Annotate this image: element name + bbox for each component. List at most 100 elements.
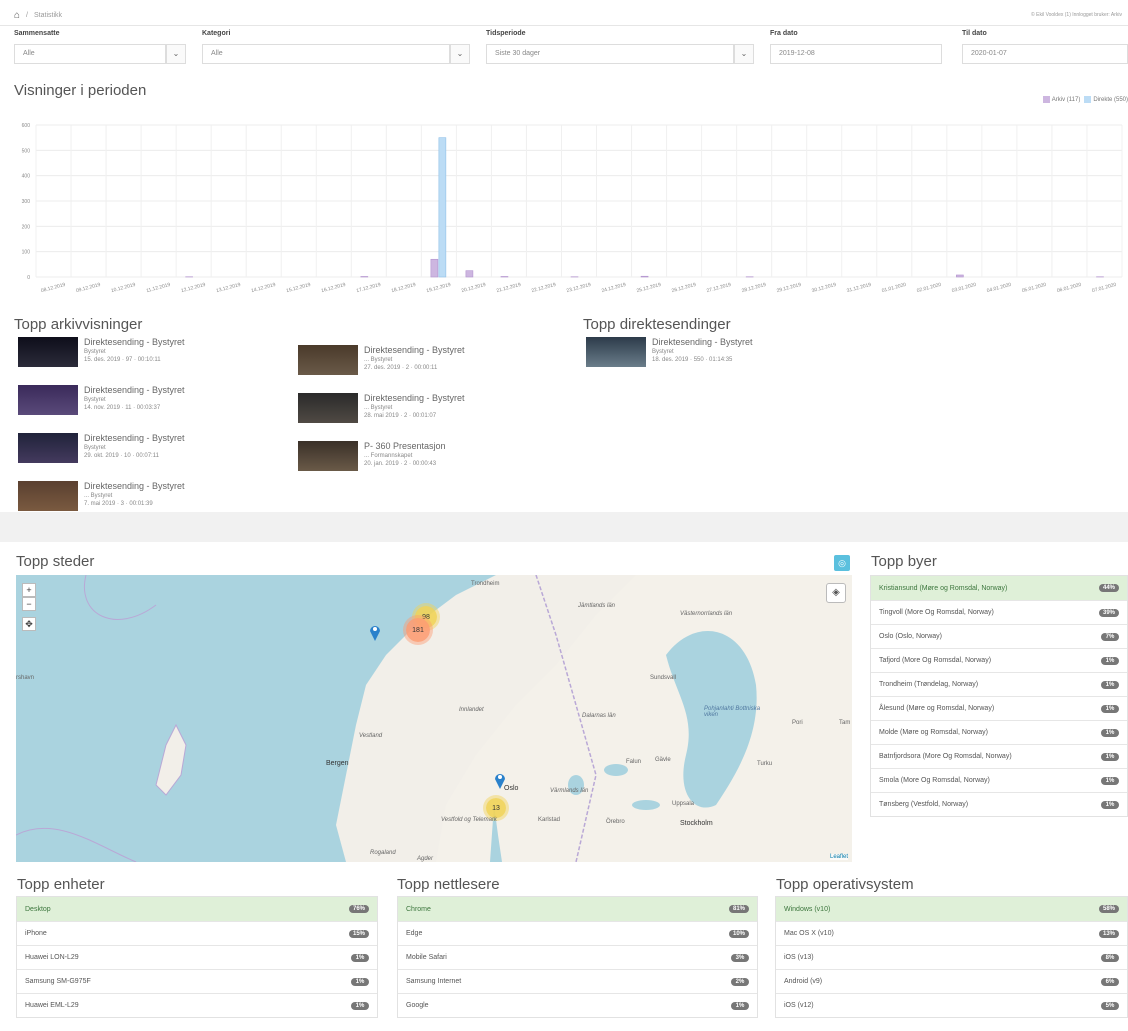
legend-item-direkte[interactable]: Direkte (550)	[1084, 96, 1128, 103]
video-thumbnail[interactable]	[18, 337, 78, 367]
list-item[interactable]: Kristiansund (Møre og Romsdal, Norway) 44…	[871, 576, 1127, 600]
video-title[interactable]: Direktesending - Bystyret	[364, 345, 465, 355]
home-icon[interactable]: ⌂	[14, 10, 20, 21]
bar-arkiv[interactable]	[430, 258, 439, 278]
video-thumbnail[interactable]	[298, 345, 358, 375]
video-item[interactable]: P- 360 Presentasjon ... Formannskapet 20. …	[298, 441, 558, 489]
map-label: Sundsvall	[650, 675, 677, 681]
video-title[interactable]: Direktesending - Bystyret	[84, 337, 185, 347]
header-user-info: © Ekil Vooldex (1) Innlogget bruker: Ark…	[1031, 12, 1122, 18]
layers-button[interactable]: ◈	[826, 583, 846, 603]
list-item[interactable]: Desktop 76%	[17, 897, 377, 921]
list-item[interactable]: Google 1%	[398, 993, 757, 1017]
video-title[interactable]: P- 360 Presentasjon	[364, 441, 446, 451]
kategori-select[interactable]: Alle	[202, 44, 450, 64]
bar-arkiv[interactable]	[640, 275, 649, 278]
zoom-in-button[interactable]: +	[22, 583, 36, 597]
video-item[interactable]: Direktesending - Bystyret Bystyret 15. des…	[18, 337, 278, 385]
locate-button[interactable]: ◎	[834, 555, 850, 571]
list-item[interactable]: Huawei EML-L29 1%	[17, 993, 377, 1017]
video-item[interactable]: Direktesending - Bystyret Bystyret 29. okt…	[18, 433, 278, 481]
list-item[interactable]: Android (v9) 6%	[776, 969, 1127, 993]
fullscreen-button[interactable]: ✥	[22, 617, 36, 631]
nettlesere-list: Chrome 81% Edge 10% Mobile Safari 3% Samsung I…	[397, 896, 758, 1018]
x-tick-label: 30.12.2019	[811, 282, 837, 294]
list-item[interactable]: Samsung SM-G975F 1%	[17, 969, 377, 993]
percent-badge: 1%	[1101, 728, 1119, 737]
list-item[interactable]: Mac OS X (v10) 13%	[776, 921, 1127, 945]
list-item-label: Ålesund (Møre og Romsdal, Norway)	[879, 705, 995, 712]
list-item[interactable]: Samsung Internet 2%	[398, 969, 757, 993]
tidsperiode-select[interactable]: Siste 30 dager	[486, 44, 734, 64]
til-dato-input[interactable]: 2020-01-07	[962, 44, 1128, 64]
list-item-label: Kristiansund (Møre og Romsdal, Norway)	[879, 584, 1008, 592]
video-item[interactable]: Direktesending - Bystyret ... Bystyret 27.…	[298, 345, 558, 393]
x-tick-label: 14.12.2019	[251, 282, 277, 294]
list-item[interactable]: Molde (Møre og Romsdal, Norway) 1%	[871, 720, 1127, 744]
list-item[interactable]: Batnfjordsora (More Og Romsdal, Norway) 1…	[871, 744, 1127, 768]
list-item[interactable]: Tønsberg (Vestfold, Norway) 1%	[871, 792, 1127, 816]
bar-arkiv[interactable]	[500, 276, 509, 278]
video-title[interactable]: Direktesending - Bystyret	[84, 385, 185, 395]
list-item[interactable]: Huawei LON-L29 1%	[17, 945, 377, 969]
video-thumbnail[interactable]	[586, 337, 646, 367]
sammensatt-dropdown-button[interactable]: ⌄	[166, 44, 186, 64]
bar-arkiv[interactable]	[465, 270, 474, 278]
percent-badge: 15%	[348, 929, 369, 938]
list-item[interactable]: Tingvoll (More Og Romsdal, Norway) 39%	[871, 600, 1127, 624]
os-title: Topp operativsystem	[776, 876, 914, 893]
video-title[interactable]: Direktesending - Bystyret	[84, 481, 185, 491]
fra-dato-input[interactable]: 2019-12-08	[770, 44, 942, 64]
list-item[interactable]: Ålesund (Møre og Romsdal, Norway) 1%	[871, 696, 1127, 720]
bar-direkte[interactable]	[438, 137, 447, 278]
list-item-label: Oslo (Oslo, Norway)	[879, 633, 943, 640]
list-item[interactable]: Windows (v10) 58%	[776, 897, 1127, 921]
percent-badge: 44%	[1098, 584, 1119, 592]
bar-arkiv[interactable]	[360, 276, 369, 278]
video-thumbnail[interactable]	[298, 441, 358, 471]
video-item[interactable]: Direktesending - Bystyret Bystyret 18. des…	[586, 337, 886, 385]
zoom-out-button[interactable]: −	[22, 597, 36, 611]
leaflet-attribution[interactable]: Leaflet	[829, 854, 848, 860]
list-item[interactable]: iPhone 15%	[17, 921, 377, 945]
video-thumbnail[interactable]	[18, 433, 78, 463]
video-thumbnail[interactable]	[298, 393, 358, 423]
list-item[interactable]: iOS (v12) 5%	[776, 993, 1127, 1017]
locations-map[interactable]: + − ✥ ◈ 98 181 13 Bergen Oslo Trondheim …	[16, 575, 852, 862]
enheter-title: Topp enheter	[17, 876, 105, 893]
map-pin-icon	[370, 626, 380, 641]
list-item[interactable]: Trondheim (Trøndelag, Norway) 1%	[871, 672, 1127, 696]
map-label: Gävle	[655, 757, 671, 763]
sammensatt-select[interactable]: Alle	[14, 44, 166, 64]
arkiv-list-left: Direktesending - Bystyret Bystyret 15. des…	[18, 337, 278, 529]
video-meta: 28. mai 2019 · 2 · 00:01:07	[364, 413, 437, 419]
video-title[interactable]: Direktesending - Bystyret	[652, 337, 753, 347]
map-label: Örebro	[606, 819, 625, 825]
kategori-dropdown-button[interactable]: ⌄	[450, 44, 470, 64]
map-label: Trondheim	[471, 581, 500, 587]
list-item[interactable]: iOS (v13) 8%	[776, 945, 1127, 969]
breadcrumb: ⌂ / Statistikk	[14, 10, 62, 21]
video-title[interactable]: Direktesending - Bystyret	[84, 433, 185, 443]
map-cluster[interactable]: 181	[406, 618, 430, 642]
tidsperiode-dropdown-button[interactable]: ⌄	[734, 44, 754, 64]
video-thumbnail[interactable]	[18, 385, 78, 415]
list-item[interactable]: Oslo (Oslo, Norway) 7%	[871, 624, 1127, 648]
y-tick-label: 200	[22, 224, 31, 230]
list-item[interactable]: Smola (More Og Romsdal, Norway) 1%	[871, 768, 1127, 792]
percent-badge: 58%	[1098, 905, 1119, 913]
list-item-label: Chrome	[406, 905, 431, 913]
bar-arkiv[interactable]	[956, 274, 964, 278]
map-cluster[interactable]: 13	[486, 798, 506, 818]
map-marker[interactable]	[369, 623, 381, 641]
video-title[interactable]: Direktesending - Bystyret	[364, 393, 465, 403]
list-item[interactable]: Edge 10%	[398, 921, 757, 945]
list-item[interactable]: Tafjord (More Og Romsdal, Norway) 1%	[871, 648, 1127, 672]
video-item[interactable]: Direktesending - Bystyret ... Bystyret 28.…	[298, 393, 558, 441]
video-item[interactable]: Direktesending - Bystyret Bystyret 14. nov…	[18, 385, 278, 433]
video-thumbnail[interactable]	[18, 481, 78, 511]
list-item-label: iOS (v13)	[784, 954, 814, 961]
list-item[interactable]: Chrome 81%	[398, 897, 757, 921]
list-item[interactable]: Mobile Safari 3%	[398, 945, 757, 969]
legend-item-arkiv[interactable]: Arkiv (117)	[1042, 96, 1080, 103]
